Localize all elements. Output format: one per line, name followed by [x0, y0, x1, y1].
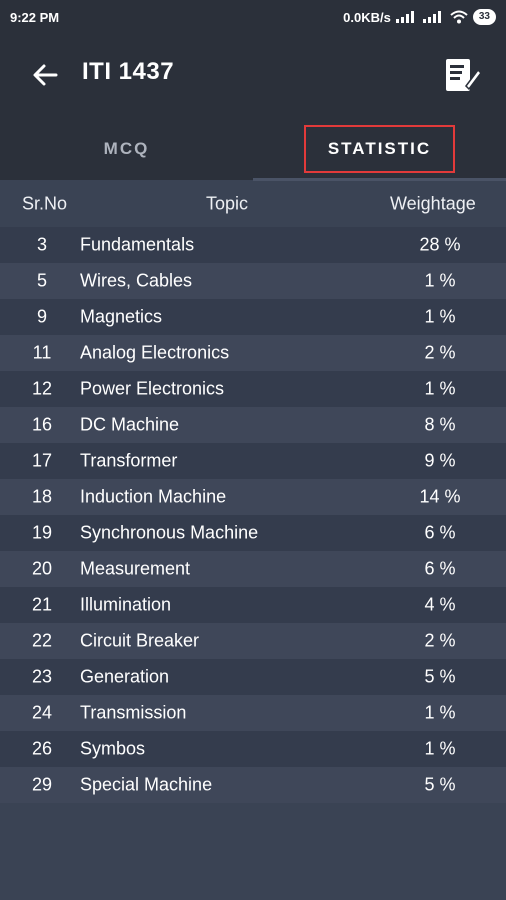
table-row: 5 Wires, Cables 1 % [0, 263, 506, 299]
tab-mcq-label: MCQ [103, 139, 150, 158]
table-row: 26 Symbos 1 % [0, 731, 506, 767]
table-row: 11 Analog Electronics 2 % [0, 335, 506, 371]
cell-weightage: 1 % [424, 378, 456, 399]
signal-icon [395, 11, 414, 23]
cell-sr-no: 18 [31, 486, 53, 507]
cell-topic: Transformer [80, 450, 178, 471]
cell-sr-no: 11 [32, 342, 52, 363]
table-row: 9 Magnetics 1 % [0, 299, 506, 335]
tab-bar: MCQ STATISTIC [0, 120, 506, 181]
header-weightage: Weightage [390, 193, 476, 214]
cell-weightage: 1 % [424, 702, 456, 723]
cell-weightage: 2 % [424, 630, 456, 651]
cell-weightage: 4 % [424, 594, 456, 615]
arrow-left-icon[interactable] [30, 60, 60, 90]
statistics-table: Sr.No Topic Weightage 3 Fundamentals 28 % 5… [0, 181, 506, 803]
document-edit-icon[interactable] [440, 56, 482, 96]
table-row: 23 Generation 5 % [0, 659, 506, 695]
cell-weightage: 1 % [424, 306, 456, 327]
page-title: ITI 1437 [82, 58, 175, 85]
cell-topic: Measurement [80, 558, 191, 579]
tab-statistic[interactable]: STATISTIC [253, 120, 506, 178]
table-row: 18 Induction Machine 14 % [0, 479, 506, 515]
table-row: 24 Transmission 1 % [0, 695, 506, 731]
cell-topic: Fundamentals [80, 234, 195, 255]
cell-topic: DC Machine [80, 414, 180, 435]
table-row: 17 Transformer 9 % [0, 443, 506, 479]
cell-topic: Induction Machine [80, 486, 227, 507]
cell-topic: Symbos [80, 738, 146, 759]
cell-weightage: 14 % [419, 486, 461, 507]
tab-mcq[interactable]: MCQ [0, 120, 253, 178]
signal-icon [422, 11, 441, 23]
cell-weightage: 28 % [419, 234, 461, 255]
status-time: 9:22 PM [10, 10, 60, 25]
network-speed: 0.0KB/s [343, 9, 391, 25]
cell-sr-no: 9 [36, 306, 47, 327]
table-row: 19 Synchronous Machine 6 % [0, 515, 506, 551]
cell-topic: Transmission [80, 702, 187, 723]
cell-topic: Synchronous Machine [80, 522, 259, 543]
table-row: 16 DC Machine 8 % [0, 407, 506, 443]
cell-weightage: 2 % [424, 342, 456, 363]
cell-sr-no: 23 [31, 666, 53, 687]
table-row: 21 Illumination 4 % [0, 587, 506, 623]
battery-icon: 33 [472, 9, 496, 25]
cell-sr-no: 17 [31, 450, 53, 471]
cell-sr-no: 5 [36, 270, 47, 291]
cell-topic: Circuit Breaker [80, 630, 200, 651]
cell-weightage: 1 % [424, 738, 456, 759]
cell-sr-no: 21 [31, 594, 53, 615]
cell-sr-no: 3 [36, 234, 47, 255]
cell-weightage: 8 % [424, 414, 456, 435]
cell-sr-no: 24 [31, 702, 53, 723]
table-row: 22 Circuit Breaker 2 % [0, 623, 506, 659]
cell-sr-no: 26 [31, 738, 53, 759]
tab-statistic-label: STATISTIC [303, 125, 456, 173]
cell-topic: Magnetics [80, 306, 163, 327]
cell-topic: Special Machine [80, 774, 213, 795]
cell-sr-no: 12 [31, 378, 53, 399]
table-row: 3 Fundamentals 28 % [0, 227, 506, 263]
cell-sr-no: 20 [31, 558, 53, 579]
header-sr-no: Sr.No [22, 193, 68, 214]
header-topic: Topic [206, 193, 249, 214]
app-bar: ITI 1437 [0, 34, 506, 120]
cell-weightage: 9 % [424, 450, 456, 471]
status-icons: 0.0KB/s 33 [343, 9, 496, 25]
table-row: 20 Measurement 6 % [0, 551, 506, 587]
cell-sr-no: 29 [31, 774, 53, 795]
cell-sr-no: 16 [31, 414, 53, 435]
cell-weightage: 6 % [424, 558, 456, 579]
cell-weightage: 5 % [424, 774, 456, 795]
status-bar: 9:22 PM 0.0KB/s 33 [0, 0, 506, 34]
wifi-icon [450, 10, 468, 24]
cell-topic: Illumination [80, 594, 172, 615]
cell-topic: Analog Electronics [80, 342, 230, 363]
table-row: 29 Special Machine 5 % [0, 767, 506, 803]
cell-topic: Power Electronics [80, 378, 225, 399]
cell-weightage: 6 % [424, 522, 456, 543]
cell-sr-no: 19 [31, 522, 53, 543]
table-header: Sr.No Topic Weightage [0, 181, 506, 227]
cell-topic: Generation [80, 666, 170, 687]
table-row: 12 Power Electronics 1 % [0, 371, 506, 407]
cell-topic: Wires, Cables [80, 270, 193, 291]
cell-weightage: 1 % [424, 270, 456, 291]
cell-sr-no: 22 [31, 630, 53, 651]
cell-weightage: 5 % [424, 666, 456, 687]
